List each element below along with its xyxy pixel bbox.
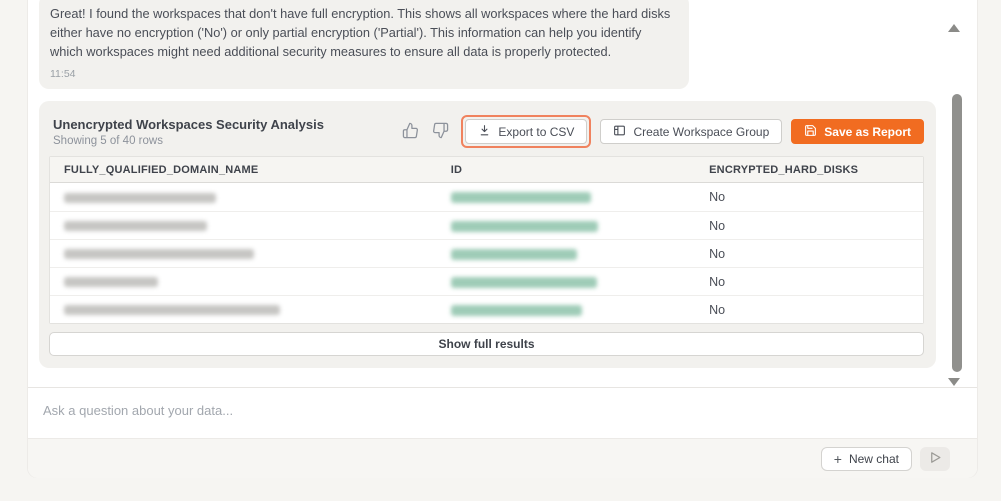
new-chat-label: New chat <box>849 452 899 466</box>
save-as-report-label: Save as Report <box>824 125 911 139</box>
thumbs-up-icon <box>402 122 419 142</box>
redacted-id-blur <box>451 305 582 316</box>
workspace-board-icon <box>613 124 626 140</box>
redacted-id-blur <box>451 249 577 260</box>
encrypted-cell: No <box>695 219 923 233</box>
show-full-results-button[interactable]: Show full results <box>49 332 924 356</box>
fqdn-cell-redacted <box>50 275 437 289</box>
card-title: Unencrypted Workspaces Security Analysis <box>53 117 324 132</box>
results-card-titles: Unencrypted Workspaces Security Analysis… <box>53 117 324 147</box>
id-cell-redacted <box>437 247 695 261</box>
save-as-report-button[interactable]: Save as Report <box>791 119 924 144</box>
redacted-text-blur <box>64 193 216 203</box>
encrypted-cell: No <box>695 190 923 204</box>
encrypted-cell: No <box>695 303 923 317</box>
scrollbar-up-arrow[interactable] <box>948 24 960 32</box>
fqdn-cell-redacted <box>50 247 437 261</box>
column-header-encrypted: ENCRYPTED_HARD_DISKS <box>695 164 923 176</box>
id-cell-redacted <box>437 275 695 289</box>
export-csv-highlight-box: Export to CSV <box>461 115 591 148</box>
encrypted-cell: No <box>695 275 923 289</box>
table-row: No <box>50 295 923 323</box>
redacted-id-blur <box>451 192 591 203</box>
column-header-fqdn: FULLY_QUALIFIED_DOMAIN_NAME <box>50 164 437 176</box>
send-icon <box>928 450 943 468</box>
create-workspace-group-button[interactable]: Create Workspace Group <box>600 119 782 144</box>
fqdn-cell-redacted <box>50 190 437 204</box>
export-csv-label: Export to CSV <box>498 125 574 139</box>
composer-footer: + New chat <box>28 438 977 478</box>
chat-composer <box>28 388 977 438</box>
chat-panel: Great! I found the workspaces that don't… <box>27 0 978 478</box>
redacted-text-blur <box>64 249 254 259</box>
plus-icon: + <box>834 452 842 466</box>
redacted-text-blur <box>64 277 158 287</box>
id-cell-redacted <box>437 219 695 233</box>
table-row: No <box>50 267 923 295</box>
id-cell-redacted <box>437 303 695 317</box>
results-table-header: FULLY_QUALIFIED_DOMAIN_NAME ID ENCRYPTED… <box>50 157 923 183</box>
chat-input[interactable] <box>28 388 977 418</box>
results-card: Unencrypted Workspaces Security Analysis… <box>39 101 936 368</box>
thumbs-down-icon <box>432 122 449 142</box>
rows-count-label: Showing 5 of 40 rows <box>53 135 324 147</box>
save-icon <box>804 124 817 140</box>
redacted-text-blur <box>64 221 207 231</box>
download-icon <box>478 124 491 140</box>
redacted-id-blur <box>451 221 598 232</box>
assistant-message: Great! I found the workspaces that don't… <box>39 0 689 89</box>
results-table: FULLY_QUALIFIED_DOMAIN_NAME ID ENCRYPTED… <box>49 156 924 324</box>
fqdn-cell-redacted <box>50 219 437 233</box>
scrollbar-thumb[interactable] <box>952 94 962 372</box>
assistant-message-text: Great! I found the workspaces that don't… <box>50 4 674 61</box>
encrypted-cell: No <box>695 247 923 261</box>
send-button[interactable] <box>920 447 950 471</box>
message-timestamp: 11:54 <box>50 68 674 80</box>
table-row: No <box>50 239 923 267</box>
fqdn-cell-redacted <box>50 303 437 317</box>
thumbs-up-button[interactable] <box>402 122 419 142</box>
redacted-id-blur <box>451 277 597 288</box>
table-row: No <box>50 183 923 211</box>
export-csv-button[interactable]: Export to CSV <box>465 119 587 144</box>
scrollbar-down-arrow[interactable] <box>948 378 960 386</box>
table-row: No <box>50 211 923 239</box>
new-chat-button[interactable]: + New chat <box>821 447 912 471</box>
messages-scroll-area: Great! I found the workspaces that don't… <box>28 0 977 388</box>
redacted-text-blur <box>64 305 280 315</box>
results-card-header: Unencrypted Workspaces Security Analysis… <box>49 111 924 156</box>
column-header-id: ID <box>437 164 695 176</box>
thumbs-down-button[interactable] <box>432 122 449 142</box>
results-card-actions: Export to CSV Create Workspace Group <box>389 115 924 148</box>
create-workspace-group-label: Create Workspace Group <box>633 125 769 139</box>
id-cell-redacted <box>437 190 695 204</box>
